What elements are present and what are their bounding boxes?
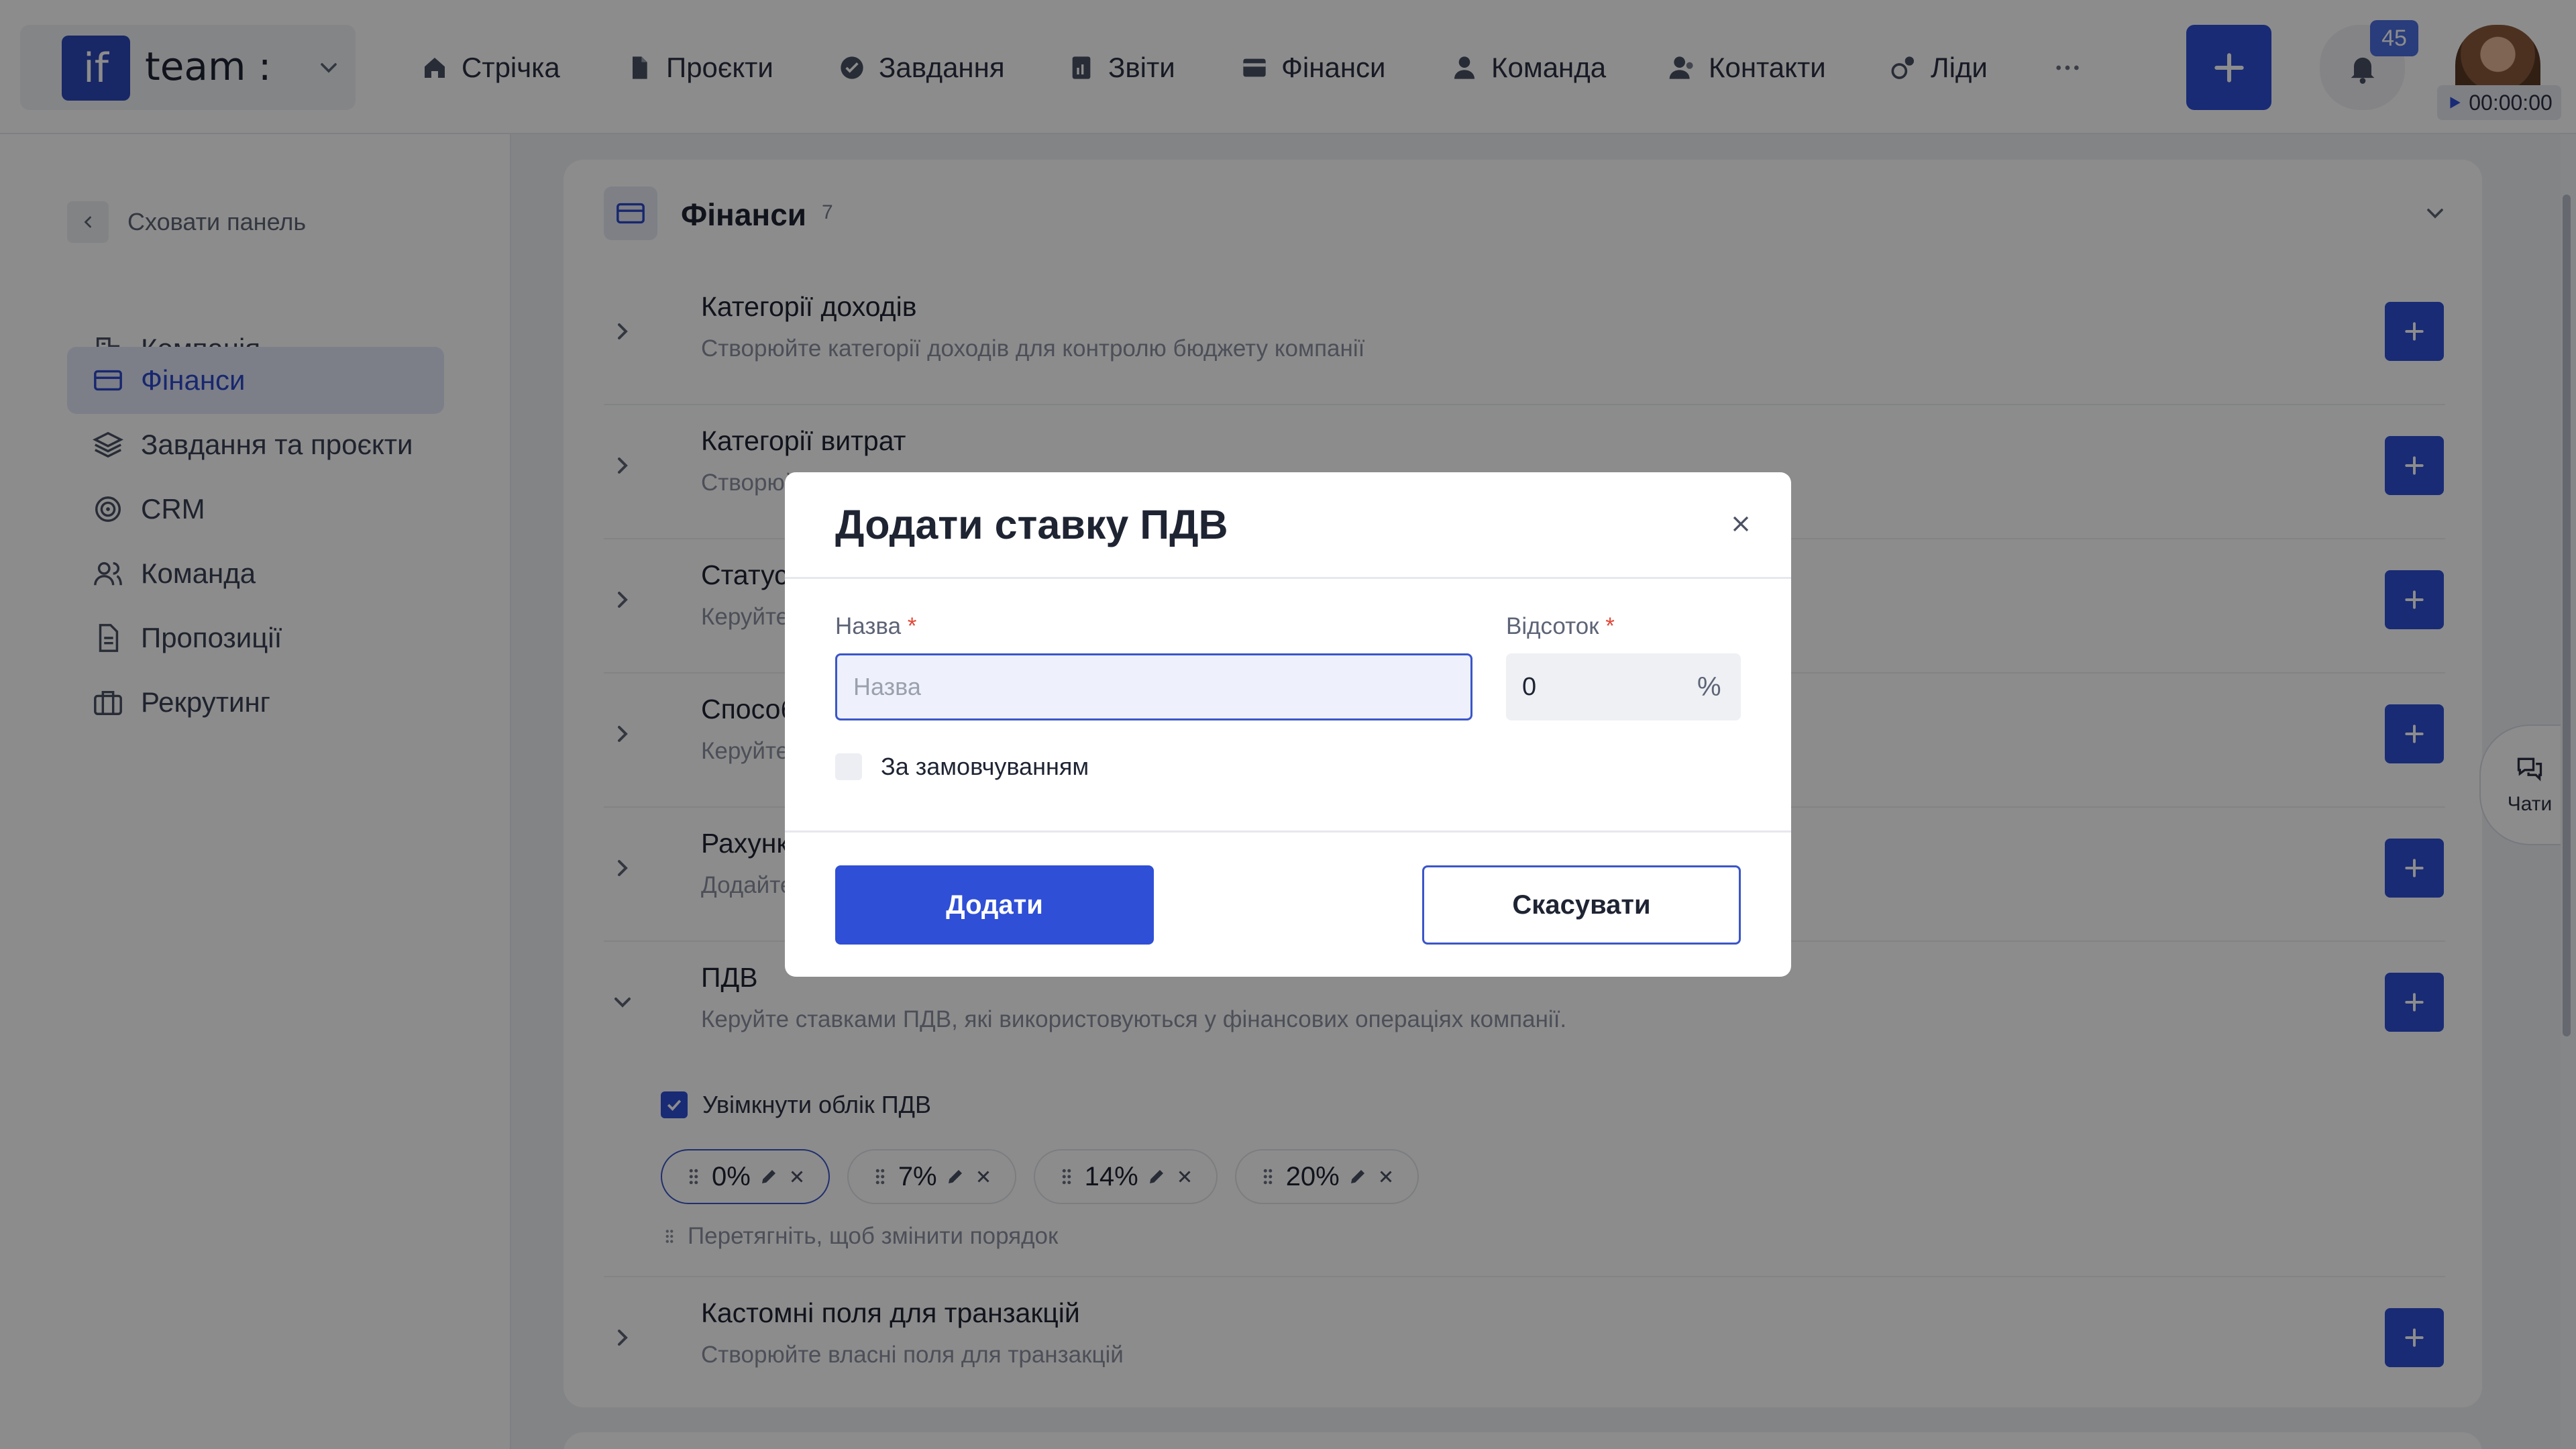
- vat-name-input[interactable]: [835, 653, 1472, 720]
- add-button[interactable]: Додати: [835, 865, 1154, 945]
- name-label: Назва *: [835, 613, 916, 640]
- percent-field: %: [1506, 653, 1741, 720]
- required-mark: *: [907, 613, 917, 639]
- percent-symbol: %: [1697, 672, 1721, 702]
- default-checkbox[interactable]: За замовчуванням: [835, 753, 1089, 781]
- cancel-button[interactable]: Скасувати: [1422, 865, 1741, 945]
- default-label: За замовчуванням: [881, 753, 1089, 780]
- vat-percent-input[interactable]: [1506, 653, 1680, 720]
- dialog-title: Додати ставку ПДВ: [835, 502, 1228, 547]
- required-mark: *: [1605, 613, 1615, 639]
- close-dialog-button[interactable]: [1724, 507, 1758, 541]
- percent-label-text: Відсоток: [1506, 613, 1599, 639]
- checkbox-unchecked-icon: [835, 753, 862, 780]
- add-vat-rate-dialog: Додати ставку ПДВ Назва * Відсоток * % З…: [785, 472, 1791, 977]
- percent-label: Відсоток *: [1506, 613, 1615, 640]
- close-icon: [1733, 516, 1749, 532]
- app-root: if team : Стрічка Проєкти Завдання Звіти…: [0, 0, 2576, 1449]
- divider: [785, 577, 1791, 579]
- divider: [785, 830, 1791, 833]
- name-label-text: Назва: [835, 613, 902, 639]
